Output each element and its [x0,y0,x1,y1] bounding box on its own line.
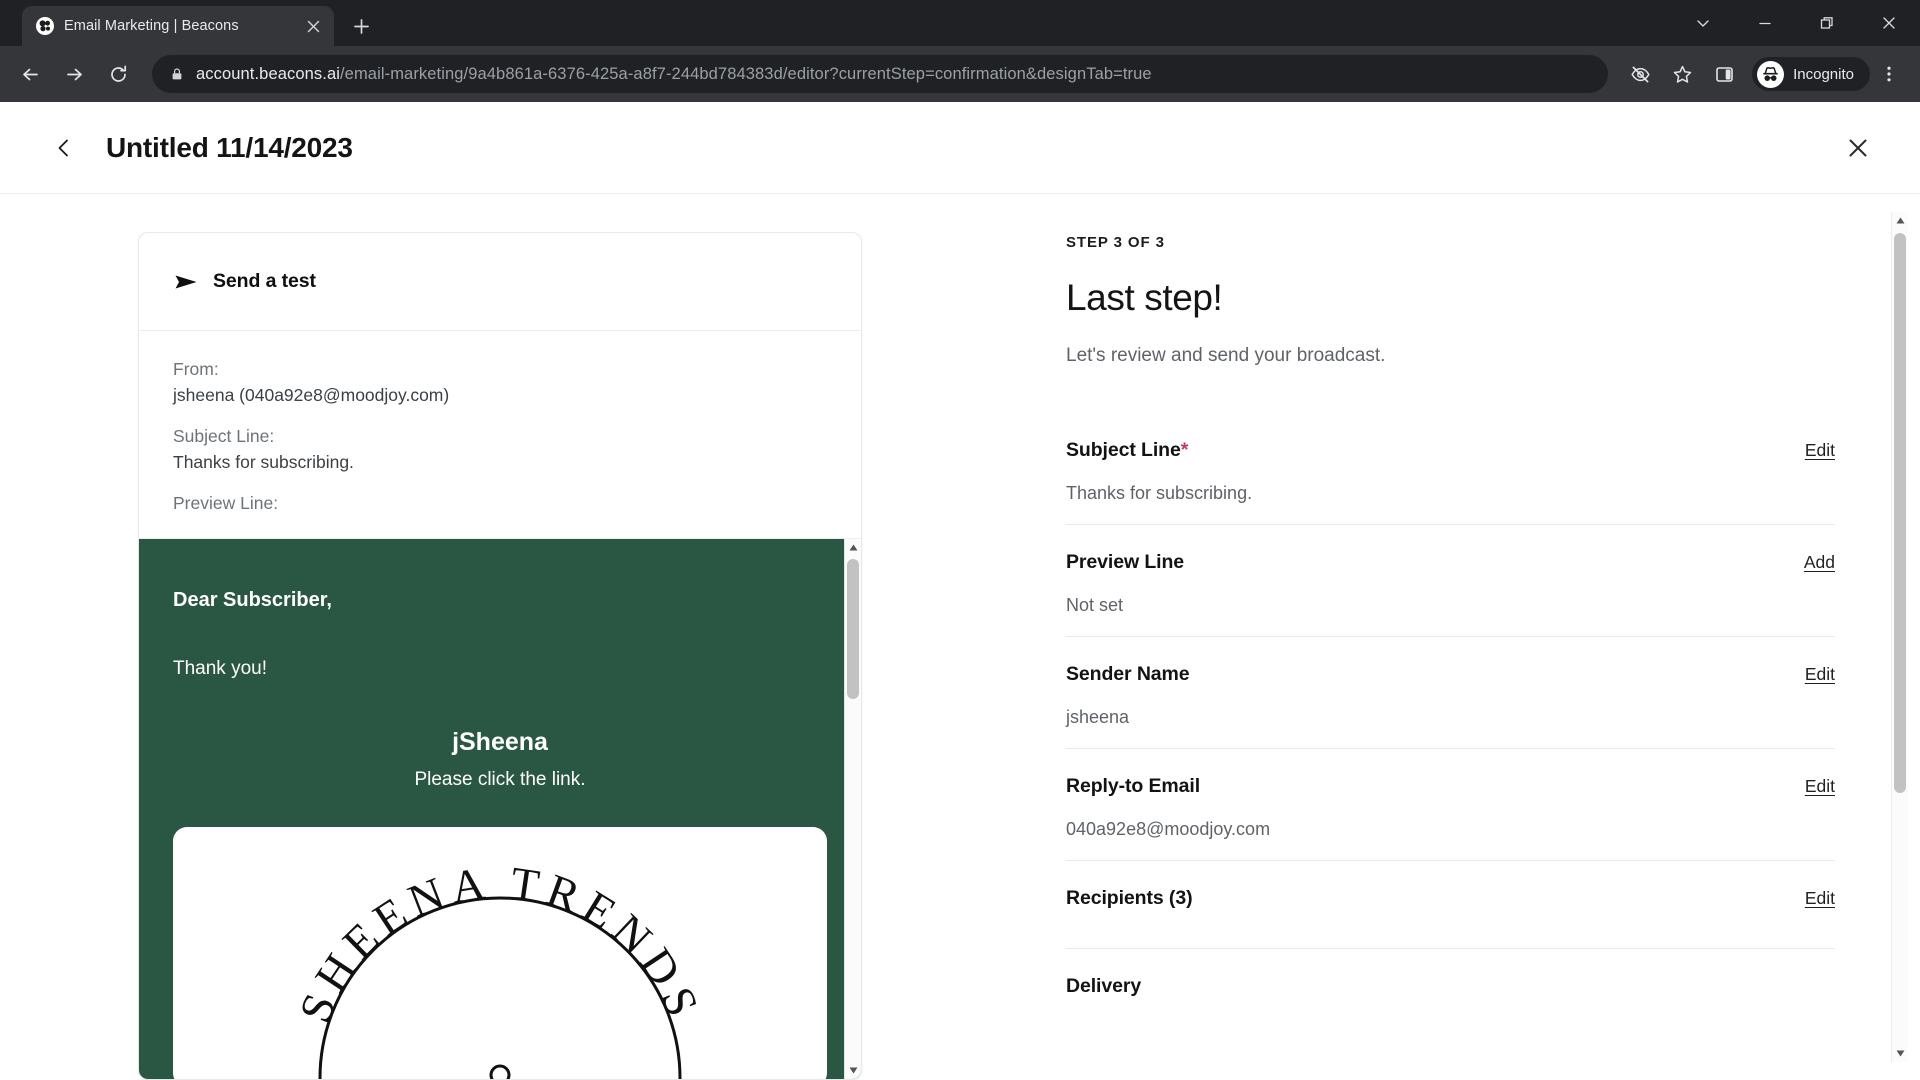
recipients-row-label: Recipients (3) [1066,887,1193,909]
subject-line-row-label: Subject Line* [1066,439,1189,461]
from-label: From: [173,359,219,379]
sheena-trends-logo-icon: SHEENA TRENDS [289,857,711,1079]
panel-scroll-up-arrow-icon[interactable] [1892,212,1909,229]
side-panel-icon[interactable] [1704,54,1744,94]
sender-name-row-value: jsheena [1066,707,1130,727]
sender-name-row-label: Sender Name [1066,663,1190,685]
back-button[interactable] [10,54,50,94]
window-controls [1672,0,1920,46]
subject-line-label: Subject Line: [173,426,275,446]
app-header: Untitled 11/14/2023 [0,102,1920,194]
scroll-down-arrow-icon[interactable] [845,1062,862,1079]
email-body-preview: Dear Subscriber, Thank you! jSheena Plea… [139,539,861,1079]
email-subtext: Please click the link. [414,769,586,790]
chevron-down-icon[interactable] [1672,0,1734,46]
incognito-icon [1757,60,1785,88]
review-row-reply-to-email: Reply-to Email Edit 040a92e8@moodjoy.com [1066,749,1835,861]
incognito-label: Incognito [1793,65,1854,83]
scrollbar-track[interactable] [845,556,861,1062]
minimize-icon[interactable] [1734,0,1796,46]
url-path: /email-marketing/9a4b861a-6376-425a-a8f7… [339,64,1152,83]
forward-button[interactable] [54,54,94,94]
page-title: Untitled 11/14/2023 [106,131,353,163]
star-icon[interactable] [1662,54,1702,94]
page-content: Untitled 11/14/2023 Send a test From: js… [0,102,1920,1080]
preview-line-row-label: Preview Line [1066,551,1185,573]
close-editor-button[interactable] [1836,126,1880,170]
tab-title: Email Marketing | Beacons [64,18,239,34]
email-preview-scrollbar[interactable] [844,539,861,1079]
review-row-subject-line: Subject Line* Edit Thanks for subscribin… [1066,413,1835,525]
panel-subheading: Let's review and send your broadcast. [1066,345,1386,366]
panel-scrollbar-track[interactable] [1892,229,1908,1045]
url-domain: account.beacons.ai [196,64,340,83]
preview-line-add-link[interactable]: Add [1804,552,1835,573]
sender-name-edit-link[interactable]: Edit [1805,664,1835,685]
review-row-preview-line: Preview Line Add Not set [1066,525,1835,637]
email-body-inner: Dear Subscriber, Thank you! jSheena Plea… [139,589,861,791]
step-indicator: STEP 3 OF 3 [1066,234,1165,251]
review-panel-content: STEP 3 OF 3 Last step! Let's review and … [1000,194,1891,1080]
browser-window: Email Marketing | Beacons account.beacon… [0,0,1920,1080]
new-tab-button[interactable] [344,9,378,43]
review-row-recipients: Recipients (3) Edit [1066,861,1835,949]
reload-button[interactable] [98,54,138,94]
restore-icon[interactable] [1796,0,1858,46]
toolbar-icons: Incognito [1620,54,1906,94]
review-panel-scrollbar[interactable] [1891,212,1908,1062]
scrollbar-thumb[interactable] [847,559,859,699]
email-greeting: Dear Subscriber, [173,589,332,611]
send-a-test-label: Send a test [213,270,316,292]
brand-logo-card: SHEENA TRENDS [173,827,827,1079]
preview-line-row-value: Not set [1066,595,1124,615]
panel-scrollbar-thumb[interactable] [1894,233,1906,793]
review-rows: Subject Line* Edit Thanks for subscribin… [1066,413,1835,1018]
email-meta: From: jsheena (040a92e8@moodjoy.com) Sub… [139,331,861,539]
from-value: jsheena (040a92e8@moodjoy.com) [173,385,450,405]
review-panel: STEP 3 OF 3 Last step! Let's review and … [1000,194,1920,1080]
review-row-sender-name: Sender Name Edit jsheena [1066,637,1835,749]
editor-body: Send a test From: jsheena (040a92e8@mood… [0,194,1920,1080]
preview-line-label: Preview Line: [173,493,279,513]
browser-tab[interactable]: Email Marketing | Beacons [22,6,334,46]
svg-text:SHEENA TRENDS: SHEENA TRENDS [289,857,711,1030]
reply-to-email-row-label: Reply-to Email [1066,775,1201,797]
reply-to-email-edit-link[interactable]: Edit [1805,776,1835,797]
beacons-logo-icon [36,17,54,35]
send-icon [173,269,199,295]
send-a-test-header[interactable]: Send a test [139,233,861,331]
window-close-icon[interactable] [1858,0,1920,46]
recipients-edit-link[interactable]: Edit [1805,888,1835,909]
panel-heading: Last step! [1066,277,1223,318]
email-preview-card: Send a test From: jsheena (040a92e8@mood… [138,232,862,1080]
panel-scroll-down-arrow-icon[interactable] [1892,1045,1909,1062]
eye-slash-icon[interactable] [1620,54,1660,94]
reply-to-email-row-value: 040a92e8@moodjoy.com [1066,819,1271,839]
delivery-row-label: Delivery [1066,975,1142,997]
email-thanks: Thank you! [173,658,267,679]
address-bar[interactable]: account.beacons.ai/email-marketing/9a4b8… [152,55,1609,93]
review-row-delivery: Delivery [1066,949,1835,1018]
scroll-up-arrow-icon[interactable] [845,539,862,556]
lock-icon [170,67,184,81]
tab-strip: Email Marketing | Beacons [0,0,1920,46]
tab-close-icon[interactable] [302,15,324,37]
subject-line-row-value: Thanks for subscribing. [1066,483,1253,503]
incognito-indicator[interactable]: Incognito [1752,57,1870,91]
required-asterisk: * [1180,439,1189,461]
email-signature: jSheena [452,728,548,756]
address-bar-url: account.beacons.ai/email-marketing/9a4b8… [196,65,1152,84]
subject-line-edit-link[interactable]: Edit [1805,440,1835,461]
browser-toolbar: account.beacons.ai/email-marketing/9a4b8… [0,46,1920,102]
subject-line-value: Thanks for subscribing. [173,452,354,472]
kebab-menu-icon[interactable] [1872,54,1906,94]
email-preview-column: Send a test From: jsheena (040a92e8@mood… [0,194,1000,1080]
chevron-left-icon[interactable] [42,126,86,170]
